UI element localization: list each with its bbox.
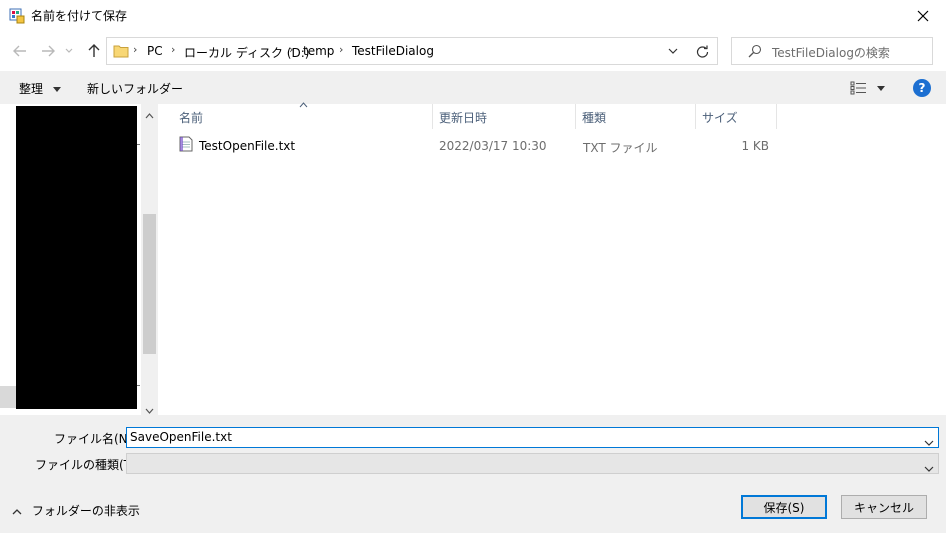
text-file-icon [179,136,193,155]
hide-folders-label: フォルダーの非表示 [31,504,140,518]
file-name: TestOpenFile.txt [199,139,296,153]
chevron-down-icon [65,48,73,53]
forward-arrow-icon [42,45,55,57]
breadcrumb-pc[interactable]: PC [147,44,163,58]
file-size: 1 KB [741,139,769,153]
up-button[interactable] [83,41,105,61]
filename-label: ファイル名(N): [54,432,137,446]
sort-ascending-icon [299,101,308,111]
navigation-bar: › PC › ローカル ディスク (D:) › temp › TestFileD… [0,31,946,71]
scroll-up-icon[interactable] [145,108,154,122]
file-modified: 2022/03/17 10:30 [439,139,547,153]
breadcrumb-temp[interactable]: temp [303,44,334,58]
organize-menu-button[interactable]: 整理 [19,80,61,97]
column-header-name-label: 名前 [179,111,204,125]
redacted-navigation-tree [16,106,137,409]
refresh-icon [696,45,708,58]
chevron-down-icon [924,466,934,472]
filetype-label: ファイルの種類(T): [35,458,140,472]
breadcrumb-separator: › [171,43,176,56]
up-arrow-icon [88,44,100,57]
file-type: TXT ファイル [583,141,658,155]
search-box[interactable]: TestFileDialogの検索 [731,37,933,65]
back-button[interactable] [9,41,31,61]
close-button[interactable] [900,0,946,31]
column-header-size-label: サイズ [702,111,738,125]
breadcrumb-separator: › [289,43,294,56]
scrollbar-thumb[interactable] [143,214,156,354]
file-list[interactable]: 名前 更新日時 種類 サイズ TestOpenFile.txt 2022/03/… [158,101,946,415]
hide-folders-toggle[interactable]: フォルダーの非表示 [12,502,140,519]
save-dialog-icon [9,8,25,24]
column-header-type-label: 種類 [582,111,607,125]
address-history-dropdown[interactable] [659,38,687,64]
navigation-pane[interactable] [0,104,158,415]
filename-input[interactable]: SaveOpenFile.txt [126,427,939,448]
recent-locations-button[interactable] [62,41,76,61]
breadcrumb-testfiledialog[interactable]: TestFileDialog [352,44,434,58]
file-row[interactable]: TestOpenFile.txt 2022/03/17 10:30 TXT ファ… [173,134,777,156]
save-button[interactable]: 保存(S) [741,495,827,519]
dropdown-arrow-icon [877,86,885,91]
address-bar[interactable]: › PC › ローカル ディスク (D:) › temp › TestFileD… [106,37,718,65]
search-placeholder: TestFileDialogの検索 [772,46,890,60]
dropdown-arrow-icon [52,87,61,92]
chevron-down-icon [668,48,678,54]
chevron-up-icon [12,508,22,514]
folder-icon [113,43,129,62]
tree-connector [137,144,140,145]
nav-pane-scrollbar[interactable] [141,104,158,415]
search-icon [748,44,762,61]
forward-button[interactable] [37,41,59,61]
column-header-modified[interactable]: 更新日時 [433,104,576,129]
chevron-down-icon [924,440,934,446]
filetype-dropdown[interactable] [924,461,934,475]
back-arrow-icon [13,45,26,57]
close-icon [917,10,929,21]
column-header-size[interactable]: サイズ [696,104,777,129]
column-header-modified-label: 更新日時 [439,111,488,125]
nav-selected-row [0,386,16,408]
help-button[interactable]: ? [913,79,931,97]
title-bar: 名前を付けて保存 [0,0,946,31]
details-view-icon [850,81,866,95]
breadcrumb-separator: › [133,43,138,56]
change-view-button[interactable] [850,81,890,97]
cancel-button[interactable]: キャンセル [841,495,927,519]
filename-value: SaveOpenFile.txt [130,430,232,444]
breadcrumb-separator: › [339,43,344,56]
tree-connector [137,385,140,386]
column-header-type[interactable]: 種類 [576,104,696,129]
organize-label: 整理 [19,82,44,96]
filename-history-dropdown[interactable] [924,435,934,449]
refresh-button[interactable] [687,37,718,65]
command-bar: 整理 新しいフォルダー ? [0,71,946,104]
filetype-select[interactable] [126,453,939,474]
window-title: 名前を付けて保存 [31,9,128,23]
new-folder-button[interactable]: 新しいフォルダー [87,80,183,97]
save-options-panel: ファイル名(N): SaveOpenFile.txt ファイルの種類(T): フ… [0,415,946,533]
